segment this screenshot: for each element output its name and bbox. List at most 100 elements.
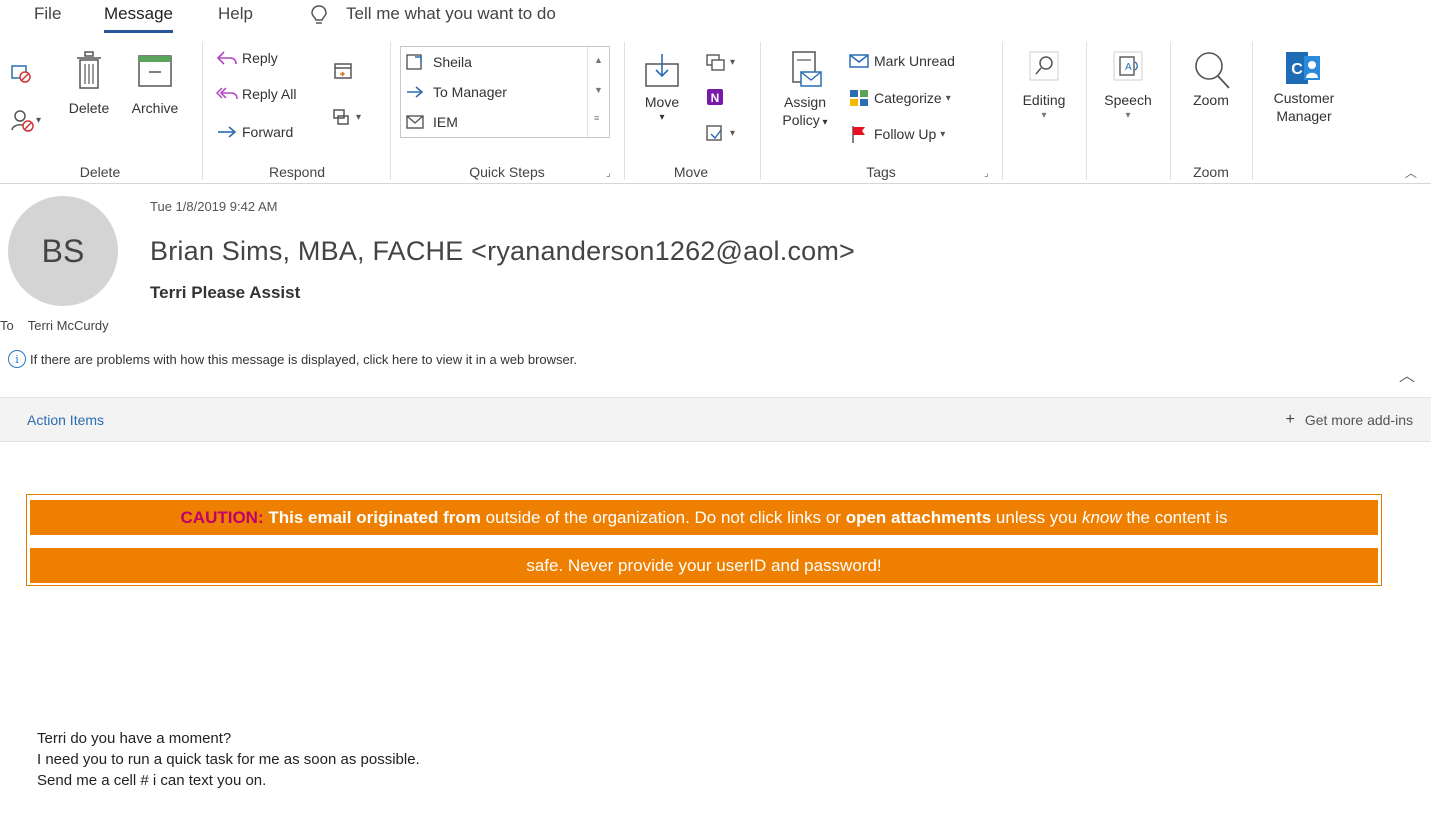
info-bar[interactable]: i If there are problems with how this me…: [8, 350, 577, 368]
assign-policy-button[interactable]: Assign Policy ▾: [774, 48, 836, 129]
caution-line-1: CAUTION: This email originated from outs…: [30, 500, 1378, 535]
junk-button[interactable]: ▾: [10, 108, 41, 134]
follow-up-button[interactable]: Follow Up ▾: [848, 124, 945, 144]
customer-manager-icon: C: [1286, 52, 1320, 84]
assign-policy-label-1: Assign: [783, 94, 827, 110]
editing-label: Editing: [1022, 92, 1066, 108]
dropdown-arrow-icon: ▾: [730, 56, 736, 68]
tell-me-search[interactable]: Tell me what you want to do: [346, 4, 556, 24]
body-line: I need you to run a quick task for me as…: [37, 751, 420, 768]
mark-unread-label: Mark Unread: [874, 53, 955, 69]
caution-label: CAUTION:: [180, 508, 264, 527]
ignore-icon: [11, 65, 31, 83]
forward-label: Forward: [242, 124, 294, 140]
recipient[interactable]: Terri McCurdy: [28, 318, 109, 333]
forward-button[interactable]: Forward: [216, 124, 293, 140]
caution-text: unless you: [995, 508, 1078, 527]
customer-manager-label-2: Manager: [1276, 107, 1332, 124]
zoom-group: Zoom Zoom: [1172, 34, 1250, 184]
reply-label: Reply: [242, 50, 278, 66]
caution-text: outside of the organization. Do not clic…: [485, 508, 841, 527]
tab-message[interactable]: Message: [104, 4, 173, 33]
sender[interactable]: Brian Sims, MBA, FACHE <ryananderson1262…: [150, 236, 855, 267]
avatar: BS: [8, 196, 118, 306]
meeting-icon: [334, 63, 352, 79]
ribbon-divider: [1170, 42, 1171, 180]
assign-policy-label-2: Policy: [782, 111, 820, 128]
rules-icon: [706, 54, 725, 71]
collapse-ribbon-chevron-icon[interactable]: ︿: [1405, 164, 1417, 181]
customer-manager-button[interactable]: C Customer Manager: [1260, 46, 1348, 125]
body-line: Terri do you have a moment?: [37, 730, 232, 747]
reply-icon: [216, 51, 237, 65]
dropdown-arrow-icon: ▾: [940, 128, 946, 140]
dropdown-arrow-icon: ▾: [1125, 109, 1131, 121]
ribbon-tab-strip: File Message Help Tell me what you want …: [0, 0, 1431, 34]
quick-steps-group-label: Quick Steps: [469, 164, 545, 180]
dialog-launcher-icon[interactable]: ⌟: [984, 168, 994, 179]
delete-button[interactable]: Delete: [62, 50, 116, 118]
get-addins-button[interactable]: + Get more add-ins: [1285, 411, 1413, 429]
archive-icon: [138, 55, 172, 87]
reply-button[interactable]: Reply: [216, 50, 278, 66]
mark-unread-button[interactable]: Mark Unread: [848, 52, 955, 70]
speech-button[interactable]: A Speech ▾: [1092, 48, 1164, 122]
respond-group: Reply Reply All Forward ▾ Respond: [204, 34, 390, 184]
actions-button[interactable]: ▾: [704, 122, 735, 144]
ribbon-divider: [624, 42, 625, 180]
read-aloud-icon: A: [1113, 51, 1143, 81]
zoom-group-label: Zoom: [1193, 164, 1229, 180]
zoom-button[interactable]: Zoom: [1176, 48, 1246, 110]
categorize-button[interactable]: Categorize ▾: [848, 88, 951, 108]
archive-button[interactable]: Archive: [120, 50, 190, 118]
caution-text: open attachments: [845, 508, 992, 527]
subject: Terri Please Assist: [150, 283, 301, 302]
junk-icon: [11, 110, 34, 132]
collapse-header-chevron-icon[interactable]: ︿: [1399, 362, 1415, 386]
zoom-label: Zoom: [1193, 92, 1229, 108]
info-icon: i: [8, 350, 26, 368]
quick-steps-group: Quick Steps ⌟: [392, 34, 622, 184]
tab-help[interactable]: Help: [218, 4, 253, 24]
move-label: Move: [644, 94, 680, 110]
move-group: Move ▾ ▾ N ▾ Move: [626, 34, 756, 184]
ignore-button[interactable]: [10, 62, 32, 84]
svg-text:C: C: [1291, 61, 1303, 78]
dropdown-arrow-icon: ▾: [1041, 109, 1047, 121]
dropdown-arrow-icon: ▾: [945, 92, 951, 104]
reply-all-button[interactable]: Reply All: [216, 86, 296, 102]
dropdown-arrow-icon: ▾: [819, 116, 828, 128]
dropdown-arrow-icon: ▾: [356, 111, 362, 123]
message-date: Tue 1/8/2019 9:42 AM: [150, 199, 278, 214]
body-line: Send me a cell # i can text you on.: [37, 772, 267, 789]
move-group-label: Move: [673, 164, 709, 180]
search-icon: [1029, 51, 1059, 81]
assign-policy-icon: [792, 51, 822, 87]
lightbulb-icon: [311, 5, 327, 24]
archive-label: Archive: [131, 100, 179, 116]
action-items-link[interactable]: Action Items: [27, 412, 104, 428]
dialog-launcher-icon[interactable]: ⌟: [606, 168, 616, 179]
customer-manager-group: C Customer Manager: [1254, 34, 1354, 184]
rules-button[interactable]: ▾: [704, 52, 735, 72]
editing-group: Editing ▾: [1004, 34, 1084, 184]
magnifier-icon: [1195, 52, 1230, 89]
flag-icon: [852, 126, 865, 143]
tags-group: Assign Policy ▾ Mark Unread Categorize ▾: [762, 34, 1000, 184]
svg-text:A: A: [1125, 62, 1132, 73]
tab-file[interactable]: File: [34, 4, 61, 24]
caution-text: from: [443, 508, 481, 527]
editing-button[interactable]: Editing ▾: [1008, 48, 1080, 122]
more-respond-button[interactable]: ▾: [330, 106, 361, 128]
onenote-icon: N: [707, 89, 723, 105]
dropdown-arrow-icon: ▾: [730, 127, 736, 139]
move-button[interactable]: Move ▾: [636, 50, 688, 124]
message-body: Terri do you have a moment? I need you t…: [37, 728, 420, 791]
ribbon-divider: [390, 42, 391, 180]
onenote-button[interactable]: N: [704, 86, 726, 108]
svg-text:N: N: [711, 91, 720, 105]
ribbon-divider: [1002, 42, 1003, 180]
recipient-line: To Terri McCurdy: [0, 318, 109, 333]
actions-icon: [706, 125, 722, 141]
meeting-reply-button[interactable]: [332, 60, 354, 82]
